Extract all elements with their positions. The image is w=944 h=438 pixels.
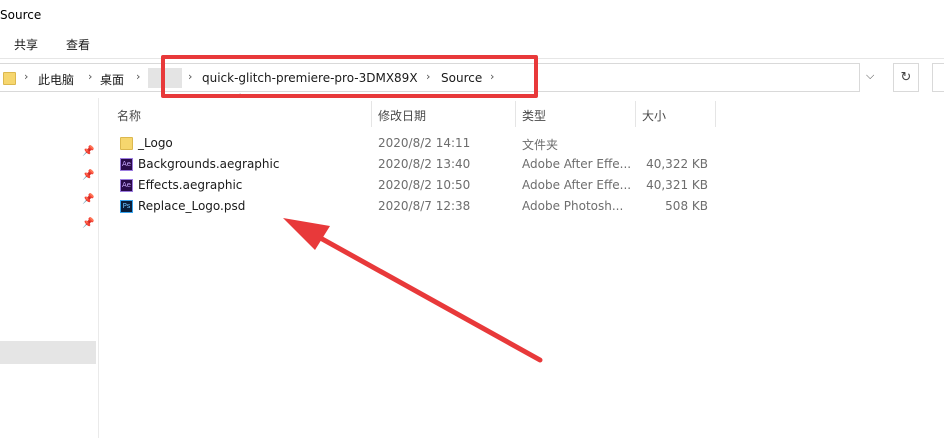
column-header-size[interactable]: 大小 bbox=[642, 107, 666, 124]
chevron-right-icon[interactable]: › bbox=[426, 70, 430, 83]
pin-icon[interactable]: 📌 bbox=[82, 146, 94, 157]
file-name: Replace_Logo.psd bbox=[138, 199, 246, 213]
search-box[interactable] bbox=[932, 63, 944, 92]
column-divider[interactable] bbox=[635, 101, 636, 127]
breadcrumb-source[interactable]: Source bbox=[441, 71, 482, 85]
file-date: 2020/8/2 10:50 bbox=[378, 178, 471, 192]
address-bar[interactable]: › 此电脑 › 桌面 › › quick-glitch-premiere-pro… bbox=[0, 63, 860, 92]
chevron-down-icon[interactable]: ⌵ bbox=[866, 69, 874, 83]
breadcrumb-this-pc[interactable]: 此电脑 bbox=[38, 71, 74, 88]
file-type: Adobe After Effe... bbox=[522, 178, 632, 192]
file-name: Backgrounds.aegraphic bbox=[138, 157, 280, 171]
column-header-type[interactable]: 类型 bbox=[522, 107, 546, 124]
blurred-breadcrumb[interactable] bbox=[148, 68, 182, 88]
photoshop-icon: Ps bbox=[120, 200, 133, 213]
file-size: 508 KB bbox=[665, 199, 708, 213]
breadcrumb-project-folder[interactable]: quick-glitch-premiere-pro-3DMX89X bbox=[202, 71, 418, 85]
file-size: 40,322 KB bbox=[646, 157, 708, 171]
after-effects-icon: Ae bbox=[120, 158, 133, 171]
column-divider[interactable] bbox=[371, 101, 372, 127]
folder-icon bbox=[3, 72, 16, 85]
window-title: Source bbox=[0, 8, 42, 22]
pin-icon[interactable]: 📌 bbox=[82, 170, 94, 181]
file-type: Adobe Photosh... bbox=[522, 199, 624, 213]
column-header-date[interactable]: 修改日期 bbox=[378, 107, 426, 124]
refresh-button[interactable]: ↻ bbox=[893, 63, 919, 92]
file-date: 2020/8/7 12:38 bbox=[378, 199, 471, 213]
navigation-pane: 📌 📌 📌 📌 bbox=[0, 98, 99, 438]
pin-icon[interactable]: 📌 bbox=[82, 218, 94, 229]
chevron-right-icon[interactable]: › bbox=[88, 70, 92, 83]
column-header-row: 名称 修改日期 类型 大小 bbox=[0, 101, 944, 127]
file-row[interactable]: Ae Effects.aegraphic 2020/8/2 10:50 Adob… bbox=[116, 176, 716, 197]
file-name: _Logo bbox=[138, 136, 173, 150]
file-row[interactable]: Ae Backgrounds.aegraphic 2020/8/2 13:40 … bbox=[116, 155, 716, 176]
after-effects-icon: Ae bbox=[120, 179, 133, 192]
chevron-right-icon[interactable]: › bbox=[24, 70, 28, 83]
file-size: 40,321 KB bbox=[646, 178, 708, 192]
chevron-right-icon[interactable]: › bbox=[188, 70, 192, 83]
file-name: Effects.aegraphic bbox=[138, 178, 243, 192]
column-divider[interactable] bbox=[515, 101, 516, 127]
chevron-right-icon[interactable]: › bbox=[136, 70, 140, 83]
file-type: 文件夹 bbox=[522, 138, 559, 152]
nav-selected-item[interactable] bbox=[0, 341, 96, 364]
folder-icon bbox=[120, 137, 133, 150]
file-date: 2020/8/2 14:11 bbox=[378, 136, 471, 150]
breadcrumb-desktop[interactable]: 桌面 bbox=[100, 71, 124, 88]
title-bar: Source bbox=[0, 0, 944, 30]
file-date: 2020/8/2 13:40 bbox=[378, 157, 471, 171]
tab-view[interactable]: 查看 bbox=[66, 36, 90, 53]
ribbon: 共享 查看 bbox=[0, 30, 944, 59]
chevron-right-icon[interactable]: › bbox=[490, 70, 494, 83]
tab-share[interactable]: 共享 bbox=[14, 36, 38, 53]
file-row[interactable]: _Logo 2020/8/2 14:11 文件夹 bbox=[116, 134, 716, 155]
column-divider[interactable] bbox=[715, 101, 716, 127]
pin-icon[interactable]: 📌 bbox=[82, 194, 94, 205]
refresh-icon: ↻ bbox=[900, 70, 912, 85]
file-row[interactable]: Ps Replace_Logo.psd 2020/8/7 12:38 Adobe… bbox=[116, 197, 716, 218]
column-header-name[interactable]: 名称 bbox=[117, 107, 141, 124]
file-type: Adobe After Effe... bbox=[522, 157, 632, 171]
